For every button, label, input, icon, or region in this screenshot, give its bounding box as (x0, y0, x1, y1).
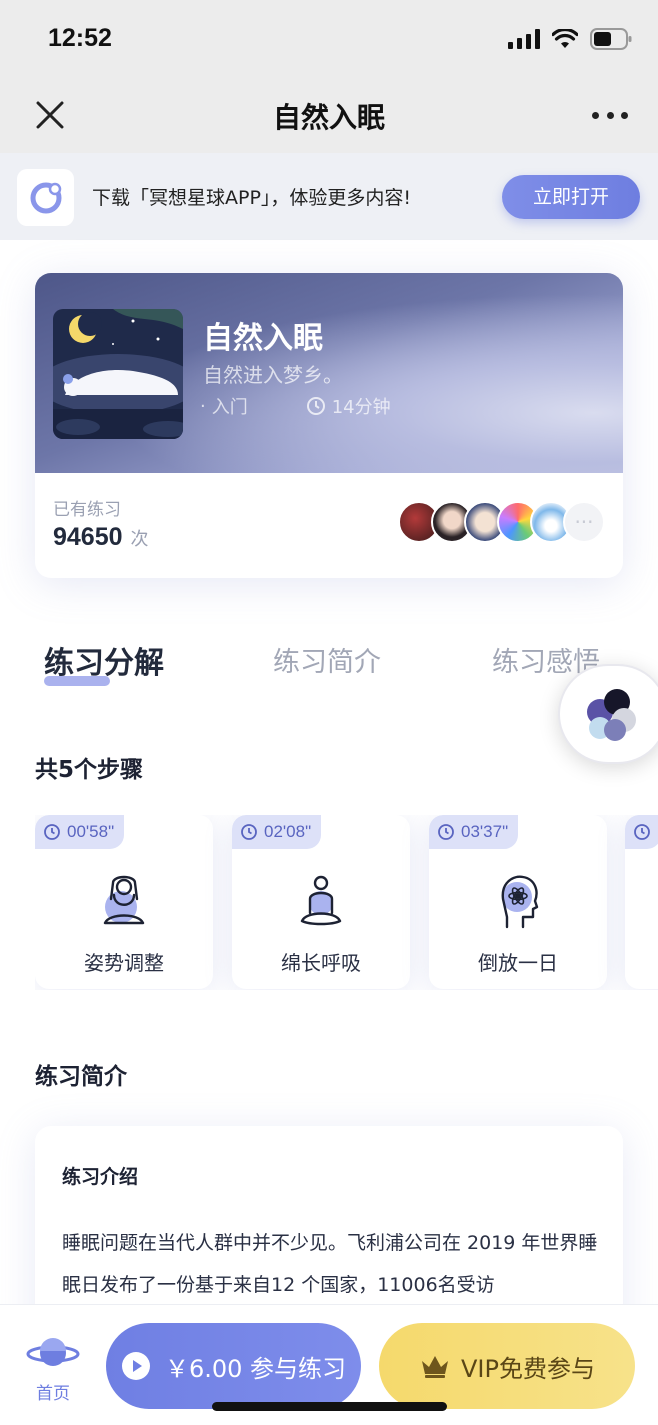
course-cover-image (53, 309, 183, 439)
course-title: 自然入眠 (203, 321, 323, 356)
course-duration-text: 14分钟 (331, 397, 391, 418)
head-reflection-icon (501, 875, 539, 929)
steps-list: 00'58" 姿势调整 02'08" 绵长呼吸 03'37" 倒放一日 (35, 815, 658, 990)
course-subtitle: 自然进入梦乡。 (203, 363, 343, 387)
wifi-icon (552, 29, 578, 48)
participant-avatars[interactable]: ··· (398, 501, 605, 543)
step-label: 姿势调整 (84, 951, 164, 975)
open-app-button[interactable]: 立即打开 (502, 175, 640, 219)
clock-icon (634, 824, 650, 840)
home-label: 首页 (36, 1384, 70, 1404)
clock-icon (306, 397, 325, 415)
top-bar: 12:52 自然入眠 (0, 0, 658, 153)
app-logo (17, 169, 74, 226)
content-tabs: 练习分解 练习简介 练习感悟 (0, 640, 658, 690)
posture-icon (103, 875, 145, 925)
clock-icon (438, 824, 454, 840)
step-time-badge (625, 815, 658, 849)
home-indicator (212, 1402, 447, 1411)
step-time-badge: 02'08" (232, 815, 322, 849)
more-icon[interactable] (592, 108, 628, 122)
intro-heading: 练习介绍 (62, 1166, 139, 1188)
play-icon (121, 1352, 150, 1380)
step-card[interactable]: 02'08" 绵长呼吸 (232, 815, 410, 989)
course-level: 入门 (211, 397, 248, 418)
home-tab[interactable]: 首页 (22, 1335, 84, 1404)
signal-icon (508, 29, 540, 49)
clock-icon (44, 824, 60, 840)
meditation-breath-icon (300, 875, 342, 926)
app-download-banner: 下载「冥想星球APP」，体验更多内容! 立即打开 (0, 153, 658, 240)
vip-join-button[interactable]: VIP免费参与 (379, 1323, 635, 1409)
planet-icon (26, 1338, 80, 1366)
course-card: 自然入眠 自然进入梦乡。 · 入门 14分钟 已有练习 94650 次 ··· (35, 273, 623, 578)
step-time: 00'58" (67, 822, 115, 841)
battery-icon (590, 28, 632, 50)
step-time: 03'37" (461, 822, 509, 841)
banner-text: 下载「冥想星球APP」，体验更多内容! (92, 187, 412, 209)
step-card[interactable] (625, 815, 658, 989)
crown-icon (422, 1356, 449, 1378)
buy-practice-label: ￥6.00 参与练习 (164, 1354, 347, 1383)
bullet-dot: · (200, 395, 206, 417)
practice-count-value: 94650 (53, 523, 123, 551)
tab-practice-breakdown[interactable]: 练习分解 (44, 638, 164, 682)
page-title: 自然入眠 (272, 101, 385, 134)
clock-icon (241, 824, 257, 840)
step-card[interactable]: 00'58" 姿势调整 (35, 815, 213, 989)
flower-logo-icon (587, 689, 636, 741)
buy-practice-button[interactable]: ￥6.00 参与练习 (106, 1323, 361, 1409)
step-time: 02'08" (264, 822, 312, 841)
practice-count: 94650 次 (53, 523, 149, 552)
status-icons (508, 28, 632, 50)
step-label: 倒放一日 (478, 951, 558, 975)
practice-count-unit: 次 (130, 529, 149, 550)
tab-practice-intro[interactable]: 练习简介 (273, 640, 381, 679)
status-time: 12:52 (48, 24, 112, 52)
floating-player-button[interactable] (558, 664, 658, 764)
more-avatars-icon: ··· (563, 501, 605, 543)
course-card-header: 自然入眠 自然进入梦乡。 · 入门 14分钟 (35, 273, 623, 473)
step-card[interactable]: 03'37" 倒放一日 (429, 815, 607, 989)
vip-join-label: VIP免费参与 (461, 1354, 595, 1383)
course-meta: · 入门 14分钟 (200, 393, 391, 419)
steps-section-title: 共5个步骤 (35, 757, 144, 783)
course-duration: 14分钟 (306, 393, 391, 419)
step-label: 绵长呼吸 (281, 951, 361, 975)
step-time-badge: 00'58" (35, 815, 125, 849)
step-time-badge: 03'37" (429, 815, 519, 849)
practice-count-label: 已有练习 (53, 500, 121, 520)
intro-section-title: 练习简介 (35, 1064, 127, 1090)
intro-text: 睡眠问题在当代人群中并不少见。飞利浦公司在 2019 年世界睡眠日发布了一份基于… (62, 1232, 598, 1296)
